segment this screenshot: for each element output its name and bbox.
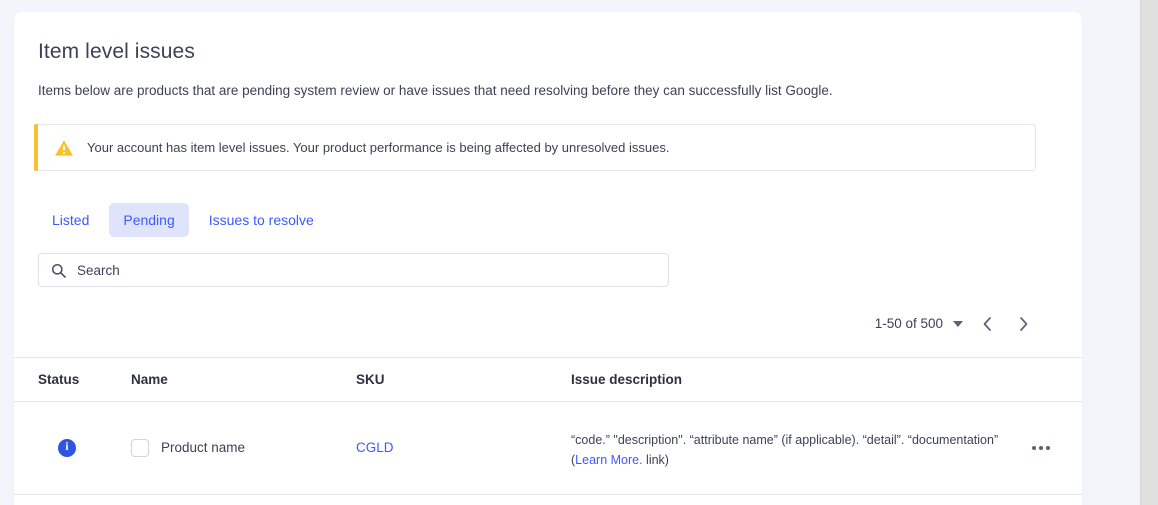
warning-banner: Your account has item level issues. Your…: [34, 124, 1036, 171]
item-level-issues-card: Item level issues Items below are produc…: [14, 12, 1082, 505]
page-subtitle: Items below are products that are pendin…: [38, 83, 833, 98]
sku-link[interactable]: CGLD: [356, 439, 394, 457]
pagination-controls: 1-50 of 500: [38, 311, 1041, 337]
chevron-left-icon: [983, 317, 991, 331]
page-root: Item level issues Items below are produc…: [0, 0, 1158, 505]
column-header-issue-description: Issue description: [571, 371, 683, 387]
status-tabs: Listed Pending Issues to resolve: [38, 203, 1058, 237]
pagination-next-button[interactable]: [1005, 311, 1041, 337]
product-name-label: Product name: [161, 440, 246, 455]
tab-issues-to-resolve[interactable]: Issues to resolve: [195, 203, 328, 237]
cell-sku: CGLD: [356, 439, 571, 457]
chevron-down-icon: [953, 321, 963, 327]
row-select-checkbox[interactable]: [131, 439, 149, 457]
pagination-page-size-dropdown[interactable]: [947, 317, 969, 331]
search-input[interactable]: [77, 262, 668, 278]
kebab-dot: [1039, 446, 1043, 450]
search-icon: [50, 262, 66, 278]
warning-triangle-icon: [54, 138, 74, 158]
card-content: Item level issues Items below are produc…: [14, 12, 1082, 337]
tab-pending[interactable]: Pending: [109, 203, 189, 237]
chevron-right-icon: [1019, 317, 1027, 331]
more-options-icon[interactable]: [1028, 438, 1054, 458]
info-icon[interactable]: i: [58, 439, 76, 457]
cell-status: i: [38, 439, 131, 457]
kebab-dot: [1032, 446, 1036, 450]
cell-name: Product name: [131, 439, 356, 457]
kebab-dot: [1046, 446, 1050, 450]
page-title: Item level issues: [38, 40, 195, 63]
pagination-range-label: 1-50 of 500: [874, 316, 943, 331]
issues-table: Status Name SKU Issue description i Prod…: [14, 357, 1082, 495]
column-header-name: Name: [131, 371, 168, 387]
column-header-sku: SKU: [356, 371, 385, 387]
page-scrollbar[interactable]: [1140, 0, 1158, 505]
search-box[interactable]: [38, 253, 669, 287]
cell-actions: [1011, 438, 1071, 458]
issue-description-suffix: link): [642, 453, 669, 467]
table-row: i Product name CGLD “code.” "description…: [14, 402, 1082, 495]
pagination-previous-button[interactable]: [969, 311, 1005, 337]
warning-banner-message: Your account has item level issues. Your…: [87, 139, 670, 155]
table-header-row: Status Name SKU Issue description: [14, 357, 1082, 402]
learn-more-link[interactable]: Learn More.: [575, 453, 642, 467]
column-header-status: Status: [38, 371, 80, 387]
tab-listed[interactable]: Listed: [38, 203, 103, 237]
cell-issue-description: “code.” "description". “attribute name” …: [571, 426, 1011, 470]
